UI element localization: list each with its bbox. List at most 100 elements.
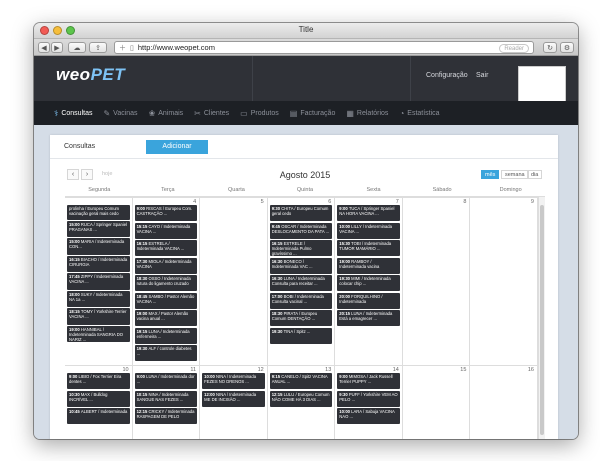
consultas-panel: Consultas Adicionar ‹ › hoje Agosto 2015…	[50, 135, 558, 439]
calendar-event[interactable]: 9:30 PUFF / Yorkshire VEM AO PELO ...	[337, 390, 400, 407]
reload-icon[interactable]: ↻	[543, 42, 557, 53]
weekday-1: Terça	[161, 187, 175, 193]
paw-icon: ❀	[148, 108, 156, 118]
calendar-event[interactable]: 19:00 MAX / Pastor Alemão vacina anual .…	[134, 310, 198, 327]
calendar-event[interactable]: 18:00 SUKY / Indeterminada NA 1a ...	[67, 290, 130, 308]
event-time: 19:30	[271, 328, 284, 334]
calendar-event[interactable]: 19:30 ALF / controle diabetes ...	[134, 345, 198, 362]
nav-item-2[interactable]: ❀ Animais	[149, 109, 184, 118]
calendar-event[interactable]: 18:30 PIRATA / Europeu Comum DENTAÇÃO ..…	[269, 310, 333, 327]
cloud-icon[interactable]: ☁	[68, 42, 86, 53]
calendar-event[interactable]: 15:00 MARIA / Indeterminada CON...	[67, 238, 130, 255]
calendar-event[interactable]: 17:00 BOBI / Indeterminada Consulta vaci…	[269, 292, 333, 309]
calendar-event[interactable]: prolinha / Europeu Comum vacinação geral…	[67, 205, 130, 220]
nav-item-6[interactable]: ▦ Relatórios	[346, 109, 388, 118]
logout-link[interactable]: Sair	[476, 72, 488, 79]
calendar: ‹ › hoje Agosto 2015 mês semana dia Segu…	[65, 167, 545, 439]
invoice-icon: ▤	[289, 108, 298, 118]
calendar-event[interactable]: 20:15 LUNA / Indeterminada Está a emagre…	[337, 310, 400, 327]
day-cell[interactable]: 9	[470, 198, 538, 366]
calendar-event[interactable]: 16:15 ESTRELA / Indeterminada VACINA ...	[134, 240, 198, 257]
calendar-event[interactable]: 16:30 LUNA / Indeterminada Consulta para…	[269, 275, 333, 292]
day-cell[interactable]: 5	[200, 198, 268, 366]
calendar-event[interactable]: 18:15 TOMY / Yorkshire Terrier VACINA ..…	[67, 308, 130, 325]
view-week-button[interactable]: semana	[501, 170, 529, 179]
calendar-event[interactable]: 15:00 RUCA / Springer Spaniel PRAGANAS .…	[67, 220, 130, 238]
calendar-event[interactable]: 10:00 LILLY / Indeterminada VACINA ...	[337, 222, 400, 239]
calendar-event[interactable]: 10:00 LARA / Sabuja VACINA NAO ...	[337, 408, 400, 425]
day-number: 5	[260, 199, 264, 205]
event-description: LUNA / Indeterminada dor ...	[136, 374, 195, 384]
day-cell[interactable]: 15	[403, 366, 471, 439]
calendar-event[interactable]: 19:00 RAMBOY / Indeterminada vacina	[337, 257, 400, 274]
calendar-event[interactable]: 9:00 LIBIO / Fox Terrier Eira dentes ...	[67, 373, 130, 390]
config-link[interactable]: Configuração	[426, 72, 468, 79]
event-description: OSCAR / Indeterminada DESLOCAMENTO DA PA…	[271, 223, 330, 234]
calendar-event[interactable]: 16:15 ESTRELE / Indeterminada Pulmo grav…	[269, 240, 333, 257]
calendar-event[interactable]: 19:30 TINA / Spitz ...	[269, 327, 333, 344]
view-day-button[interactable]: dia	[527, 170, 543, 179]
calendar-event[interactable]: 18:30 OSSO / Indeterminada rutura do lig…	[134, 275, 198, 292]
calendar-event[interactable]: 12:15 LULU / Europeu Comum NÃO COME HÁ 3…	[269, 390, 333, 407]
day-number: 15	[460, 367, 467, 373]
share-icon[interactable]: ⇪	[89, 42, 107, 53]
nav-item-1[interactable]: ✎ Vacinas	[103, 109, 137, 118]
add-button[interactable]: Adicionar	[146, 140, 208, 154]
day-cell[interactable]: 8	[403, 198, 471, 366]
calendar-event[interactable]: 9:00 MIMOSA / Jack Russell Terrier PUPPY…	[337, 373, 400, 390]
event-description: CHITA / Europeu Comum geral cedo	[271, 206, 329, 216]
main-content: Consultas Adicionar ‹ › hoje Agosto 2015…	[34, 125, 578, 439]
calendar-event[interactable]: 18:45 SAMBO / Pastor Alemão VACINA ...	[134, 292, 198, 309]
settings-icon[interactable]: ⚙	[560, 42, 574, 53]
panel-title: Consultas	[64, 143, 96, 150]
forward-button[interactable]: ▶	[51, 42, 63, 53]
day-number: 16	[527, 367, 534, 373]
calendar-event[interactable]: 9:00 RISCAS / Europeu Com. CASTRAÇÃO ...	[134, 205, 198, 222]
calendar-event[interactable]: 10:30 MAX / Bulldog INCRÍVEL ...	[67, 390, 130, 407]
calendar-event[interactable]: 16:15 BIACHO / Indeterminada CIRURGIA	[67, 255, 130, 273]
calendar-event[interactable]: 9:00 TUCA / Springer Spaniel NA HORA VAC…	[337, 205, 400, 222]
page-favicon-icon: ▯	[130, 44, 134, 52]
calendar-event[interactable]: 9:00 LUNA / Indeterminada dor ...	[134, 373, 198, 390]
calendar-event[interactable]: 16:30 BONECO / Indeterminada VAC ...	[269, 257, 333, 274]
address-bar[interactable]: ＋ ▯ http://www.weopet.com Reader	[114, 41, 534, 54]
main-navigation: ⚕ Consultas ✎ Vacinas ❀ Animais ✂ Clientes ▭ Prod…	[34, 101, 578, 125]
calendar-event[interactable]: 9:15 CANELO / Spitz VACINA ANUAL ...	[269, 373, 333, 390]
calendar-toolbar: ‹ › hoje Agosto 2015 mês semana dia	[65, 167, 545, 183]
calendar-event[interactable]: 9:30 CHITA / Europeu Comum geral cedo	[269, 205, 333, 222]
scroll-thumb[interactable]	[540, 205, 544, 435]
calendar-event[interactable]: 15:15 CAYO / Indeterminada VACINA ...	[134, 222, 198, 239]
calendar-event[interactable]: 20:00 FORQUILHINO / Indeterminada	[337, 292, 400, 309]
calendar-event[interactable]: 9:45 OSCAR / Indeterminada DESLOCAMENTO …	[269, 222, 333, 239]
panel-header: Consultas Adicionar	[50, 135, 558, 159]
stethoscope-icon: ⚕	[54, 108, 59, 118]
calendar-event[interactable]: 10:15 NINA / Indeterminada SANGUE NAS FE…	[134, 390, 198, 407]
calendar-event[interactable]: 19:30 MIMI / Indeterminada colocar chip …	[337, 275, 400, 292]
calendar-event[interactable]: 19:15 LUNA / Indeterminada enfermeira ..…	[134, 327, 198, 344]
calendar-event[interactable]: 17:45 ZIPPY / Indeterminada VACINA ...	[67, 273, 130, 290]
event-description: CANELO / Spitz VACINA ANUAL ...	[271, 374, 328, 384]
reader-button[interactable]: Reader	[499, 44, 529, 53]
day-cell[interactable]: 16	[470, 366, 538, 439]
calendar-event[interactable]: 10:00 NINA / Indeterminada FEZES NO DREN…	[202, 373, 265, 390]
back-button[interactable]: ◀	[38, 42, 50, 53]
calendar-event[interactable]: 12:00 NINA / Indeterminada ME DE INCISÃO…	[202, 390, 265, 407]
title-bar: Title	[34, 23, 578, 39]
nav-item-0[interactable]: ⚕ Consultas	[54, 109, 92, 118]
nav-item-4[interactable]: ▭ Produtos	[240, 109, 279, 118]
calendar-event[interactable]: 15:30 TOBI / Indeterminada TUMOR MAMÁRIO…	[337, 240, 400, 257]
calendar-grid: 10 11 12 13 14 15 16 9:00 LIBIO / Fox Terrier E…	[65, 197, 545, 439]
event-time: 10:45	[69, 409, 81, 414]
app-logo[interactable]: weoPET	[56, 65, 125, 85]
nav-item-7[interactable]: ◔ Estatística	[399, 109, 439, 118]
calendar-event[interactable]: 10:45 ALBERT / Indeterminada	[67, 408, 130, 425]
day-number: 8	[463, 199, 467, 205]
event-description: PUFF / Yorkshire VEM AO PELO ...	[339, 391, 398, 402]
calendar-scrollbar[interactable]	[538, 197, 545, 439]
nav-item-3[interactable]: ✂ Clientes	[194, 109, 229, 118]
view-month-button[interactable]: mês	[481, 170, 500, 179]
nav-item-5[interactable]: ▤ Facturação	[290, 109, 336, 118]
calendar-event[interactable]: 19:00 HANNIBAL / Indeterminada SANGRIA D…	[67, 325, 130, 343]
calendar-event[interactable]: 12:15 CRICKY / Indeterminada RASPAGEM DE…	[134, 408, 198, 425]
calendar-event[interactable]: 17:30 MIOLA / Indeterminada VACINA	[134, 257, 198, 274]
